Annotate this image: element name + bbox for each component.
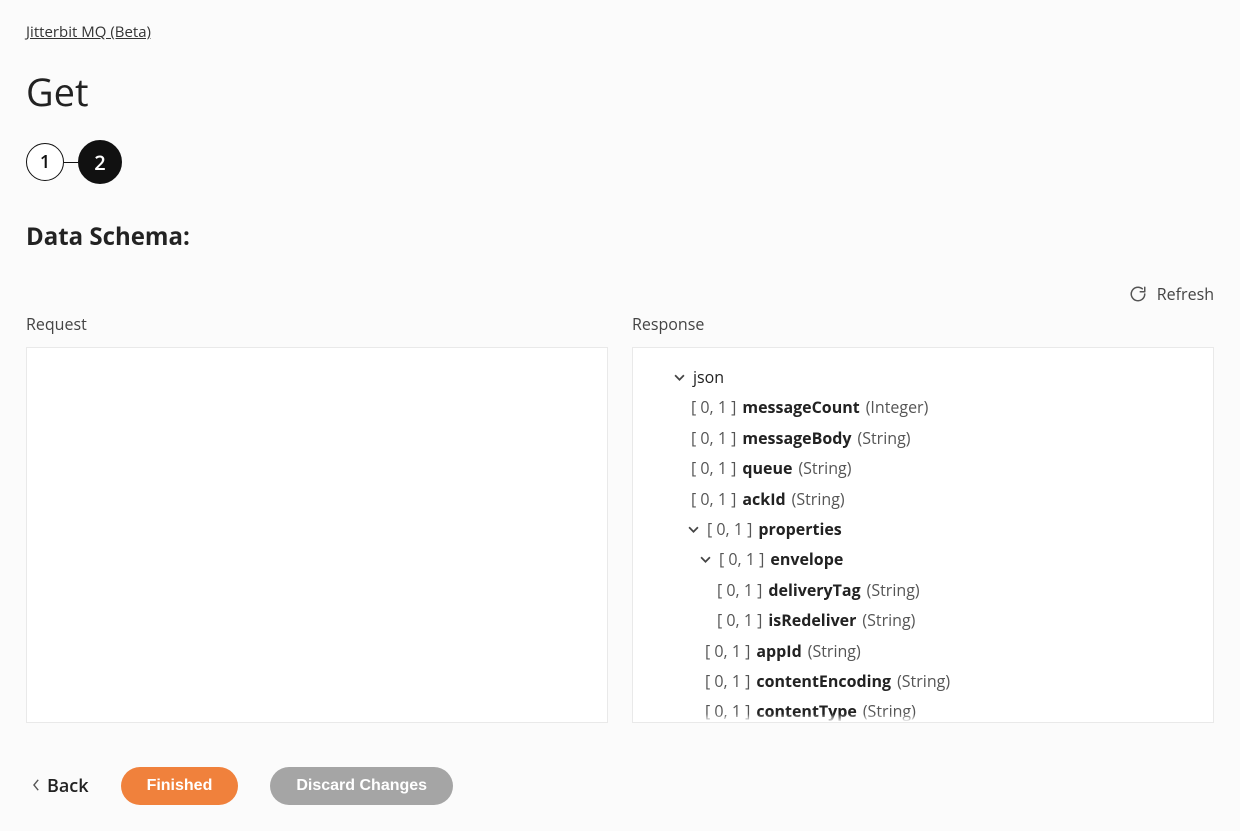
page-title: Get <box>26 66 1214 118</box>
cardinality-label: [ 0, 1 ] <box>707 514 752 544</box>
refresh-button[interactable]: Refresh <box>26 283 1214 305</box>
tree-row[interactable]: [ 0, 1 ] contentEncoding (String) <box>651 666 1195 696</box>
field-type: (String) <box>897 666 950 696</box>
breadcrumb[interactable]: Jitterbit MQ (Beta) <box>26 22 151 42</box>
field-type: (String) <box>862 605 915 635</box>
cardinality-label: [ 0, 1 ] <box>705 666 750 696</box>
tree-row[interactable]: [ 0, 1 ] deliveryTag (String) <box>651 575 1195 605</box>
field-name: queue <box>742 453 792 483</box>
field-name: properties <box>758 514 841 544</box>
field-name: contentEncoding <box>756 666 891 696</box>
request-header: Request <box>26 313 608 335</box>
refresh-label: Refresh <box>1157 283 1214 305</box>
tree-row[interactable]: [ 0, 1 ] messageCount (Integer) <box>651 392 1195 422</box>
tree-row-properties[interactable]: [ 0, 1 ] properties <box>651 514 1195 544</box>
stepper: 1 2 <box>26 140 1214 184</box>
cardinality-label: [ 0, 1 ] <box>717 575 762 605</box>
discard-changes-button[interactable]: Discard Changes <box>270 767 453 805</box>
cardinality-label: [ 0, 1 ] <box>705 636 750 666</box>
request-panel <box>26 347 608 723</box>
section-title-data-schema: Data Schema: <box>26 220 1214 253</box>
back-label: Back <box>47 774 89 798</box>
cardinality-label: [ 0, 1 ] <box>717 605 762 635</box>
cardinality-label: [ 0, 1 ] <box>691 423 736 453</box>
field-name: messageBody <box>742 423 851 453</box>
schema-tree: json [ 0, 1 ] messageCount (Integer) [ 0… <box>651 362 1195 723</box>
field-type: (Integer) <box>866 392 929 422</box>
tree-row[interactable]: [ 0, 1 ] messageBody (String) <box>651 423 1195 453</box>
field-name: deliveryTag <box>768 575 860 605</box>
field-type: (String) <box>798 453 851 483</box>
step-connector <box>64 162 78 163</box>
cardinality-label: [ 0, 1 ] <box>719 544 764 574</box>
finished-button[interactable]: Finished <box>121 767 239 805</box>
tree-row[interactable]: [ 0, 1 ] isRedeliver (String) <box>651 605 1195 635</box>
chevron-down-icon[interactable] <box>697 554 713 565</box>
step-2[interactable]: 2 <box>78 140 122 184</box>
refresh-icon <box>1129 285 1147 303</box>
tree-row[interactable]: [ 0, 1 ] appId (String) <box>651 636 1195 666</box>
field-type: (String) <box>867 575 920 605</box>
field-name: isRedeliver <box>768 605 856 635</box>
field-name: ackId <box>742 484 785 514</box>
response-panel: json [ 0, 1 ] messageCount (Integer) [ 0… <box>632 347 1214 723</box>
field-name: appId <box>756 636 801 666</box>
tree-root-label: json <box>693 362 724 392</box>
field-name: envelope <box>770 544 843 574</box>
back-button[interactable]: Back <box>32 774 89 798</box>
field-type: (String) <box>808 636 861 666</box>
field-type: (String) <box>792 484 845 514</box>
tree-row[interactable]: [ 0, 1 ] queue (String) <box>651 453 1195 483</box>
tree-row-envelope[interactable]: [ 0, 1 ] envelope <box>651 544 1195 574</box>
chevron-down-icon[interactable] <box>685 524 701 535</box>
tree-row-root[interactable]: json <box>651 362 1195 392</box>
field-type: (String) <box>857 423 910 453</box>
cardinality-label: [ 0, 1 ] <box>691 484 736 514</box>
response-header: Response <box>632 313 1214 335</box>
cardinality-label: [ 0, 1 ] <box>691 392 736 422</box>
step-1[interactable]: 1 <box>26 143 64 181</box>
tree-row[interactable]: [ 0, 1 ] ackId (String) <box>651 484 1195 514</box>
chevron-left-icon <box>32 777 41 796</box>
field-name: messageCount <box>742 392 859 422</box>
cardinality-label: [ 0, 1 ] <box>691 453 736 483</box>
chevron-down-icon[interactable] <box>671 372 687 383</box>
